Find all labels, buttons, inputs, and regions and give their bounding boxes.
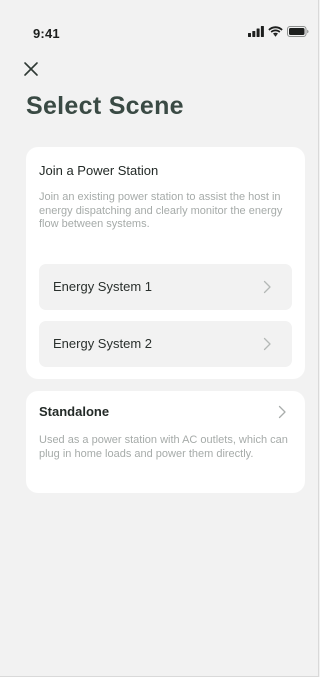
standalone-card-description: Used as a power station with AC outlets,… — [39, 434, 288, 460]
standalone-card[interactable]: Standalone Used as a power station with … — [26, 391, 305, 493]
join-card-title: Join a Power Station — [39, 163, 159, 178]
standalone-card-title: Standalone — [39, 404, 110, 419]
signal-icon — [248, 25, 264, 37]
close-icon — [24, 62, 38, 76]
status-bar: 9:41 — [0, 0, 319, 44]
join-power-station-card: Join a Power Station Join an existing po… — [26, 147, 305, 379]
status-time: 9:41 — [33, 26, 60, 41]
wifi-icon — [268, 25, 283, 37]
chevron-right-icon — [263, 280, 271, 294]
battery-icon — [287, 25, 309, 37]
join-card-description: Join an existing power station to assist… — [39, 191, 283, 230]
app-screen: 9:41 Select Scene Join a Power Station J… — [0, 0, 319, 677]
close-button[interactable] — [22, 60, 40, 78]
page-title: Select Scene — [26, 92, 184, 120]
energy-system-1-label: Energy System 1 — [53, 279, 152, 294]
energy-system-2-label: Energy System 2 — [53, 336, 152, 351]
chevron-right-icon — [263, 337, 271, 351]
chevron-right-icon — [278, 405, 286, 419]
energy-system-2-item[interactable]: Energy System 2 — [39, 321, 292, 367]
energy-system-1-item[interactable]: Energy System 1 — [39, 264, 292, 310]
status-icons — [248, 25, 309, 37]
